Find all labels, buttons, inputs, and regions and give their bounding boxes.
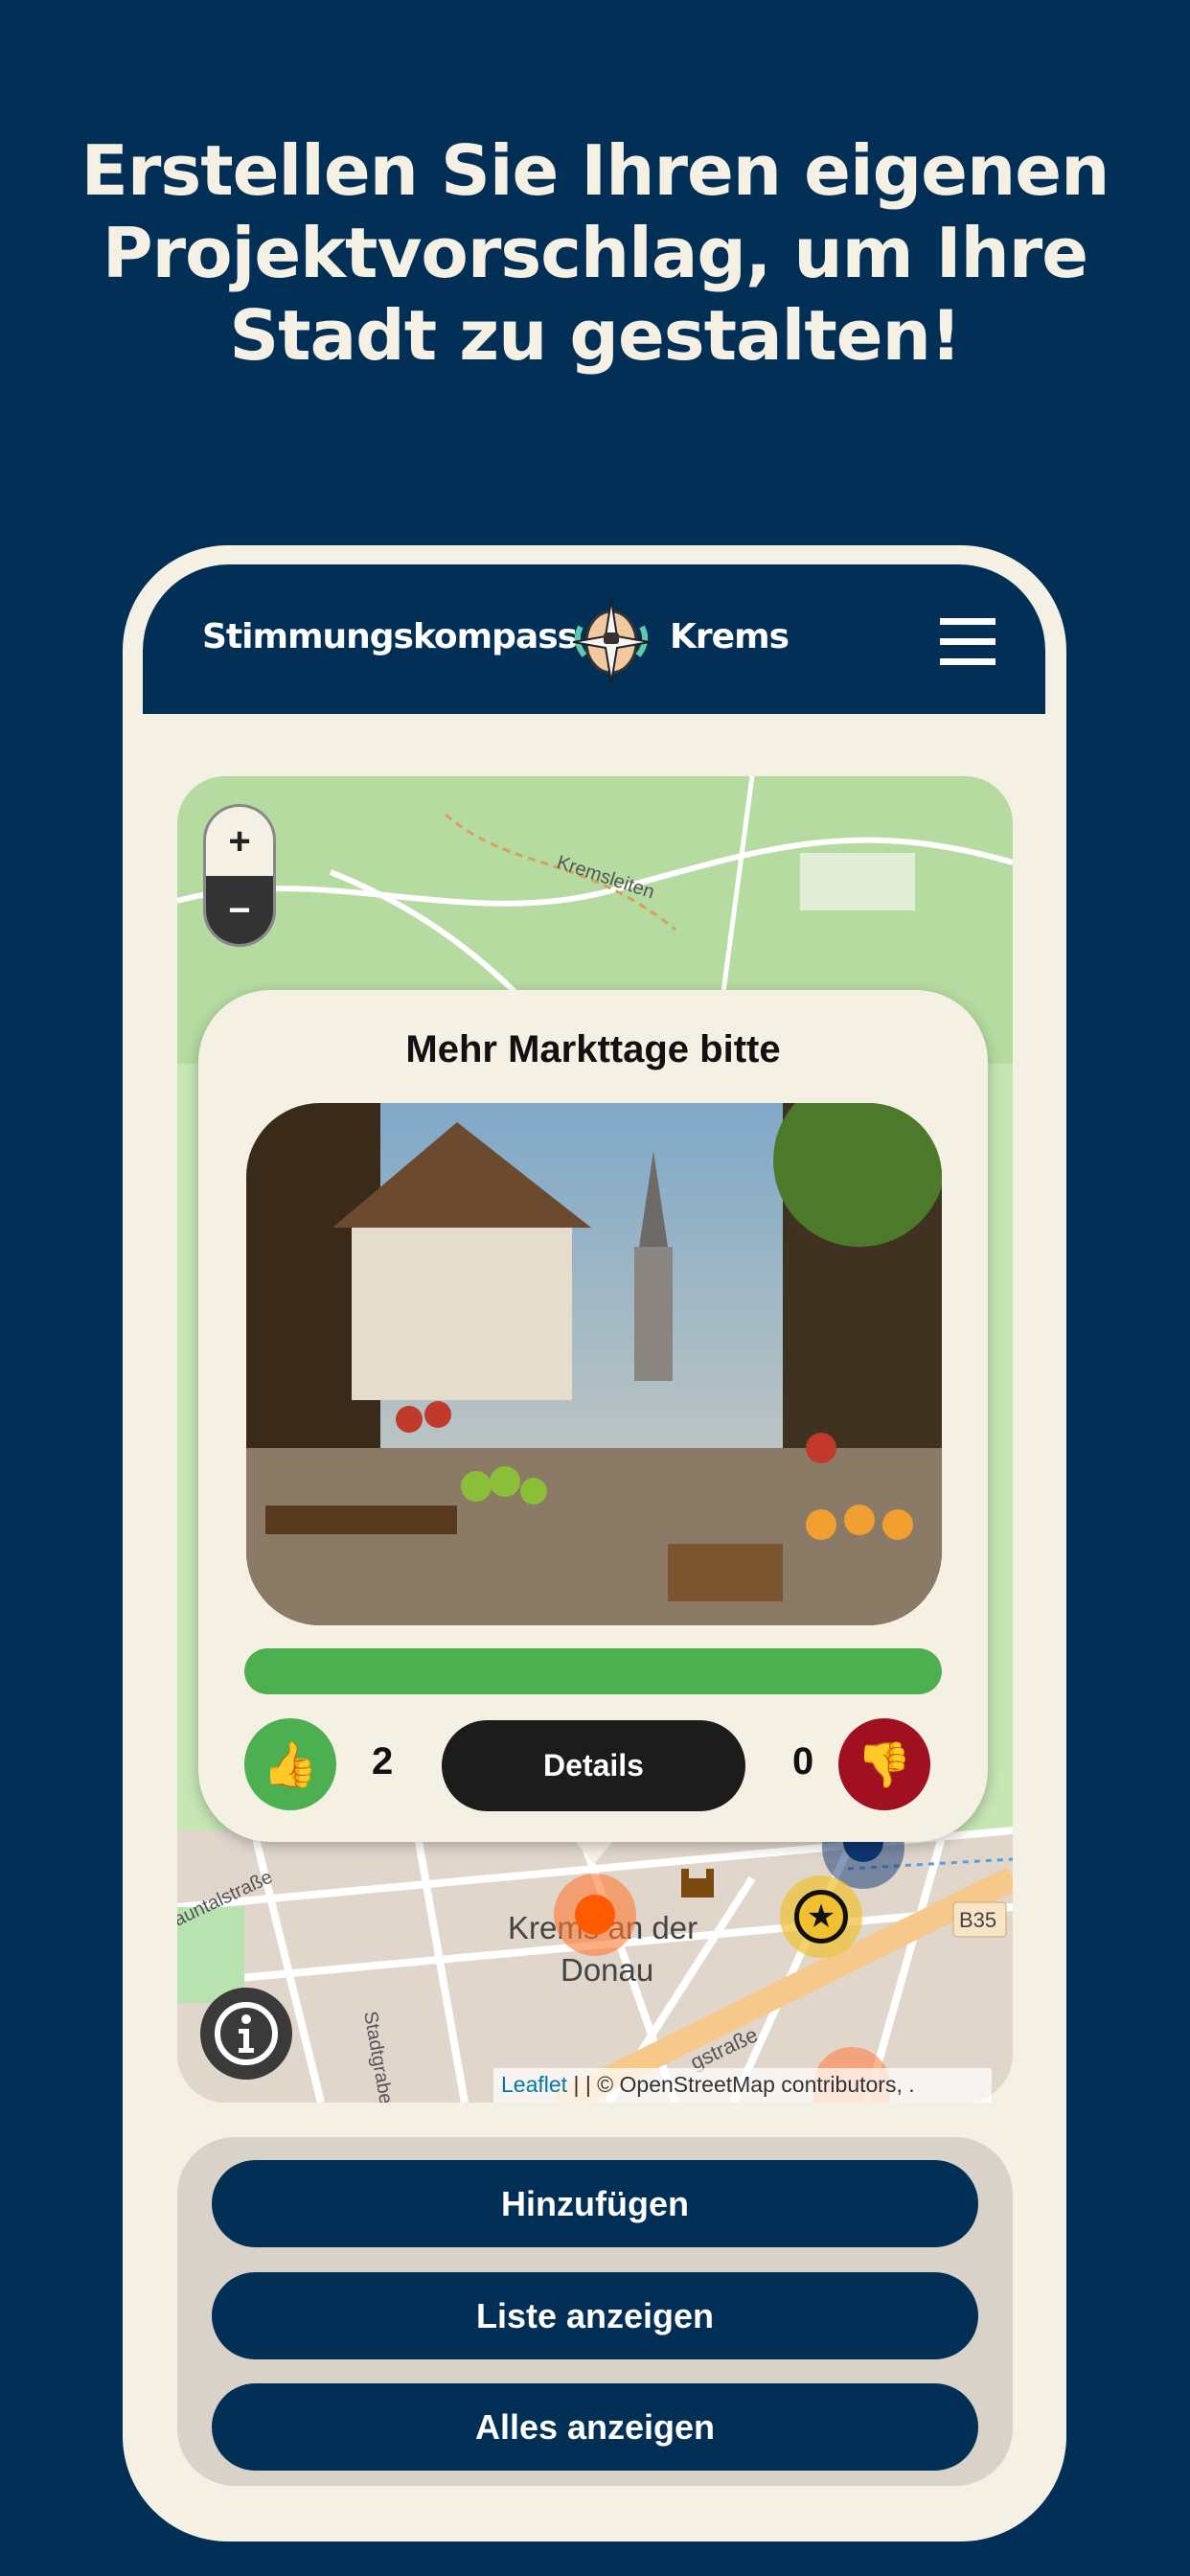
zoom-in-button[interactable]: +: [206, 807, 273, 876]
headline: Erstellen Sie Ihren eigenen Projektvorsc…: [80, 130, 1110, 376]
brand-name: Stimmungskompass: [202, 617, 578, 656]
zoom-out-button[interactable]: −: [206, 876, 273, 944]
proposal-marker-selected[interactable]: [554, 1874, 636, 1956]
details-button[interactable]: Details: [442, 1720, 745, 1811]
like-button[interactable]: 👍: [244, 1718, 336, 1810]
proposal-popup: Mehr Markttage bitte 👍 2 Details 0 👎: [198, 990, 988, 1842]
approval-bar-fill: [244, 1648, 942, 1694]
hamburger-menu-icon[interactable]: [940, 618, 995, 666]
add-button[interactable]: Hinzufügen: [212, 2160, 978, 2247]
map-attribution: Leaflet | | © OpenStreetMap contributors…: [493, 2068, 992, 2103]
map-label-place-2: Donau: [561, 1952, 653, 1988]
thumbs-down-icon: 👎: [857, 1738, 912, 1789]
app-bar: Stimmungskompass Krems: [143, 564, 1045, 714]
show-all-button[interactable]: Alles anzeigen: [212, 2383, 978, 2471]
proposal-image[interactable]: [246, 1103, 942, 1625]
star-marker-icon[interactable]: ★: [780, 1875, 862, 1958]
show-list-button[interactable]: Liste anzeigen: [212, 2272, 978, 2359]
dislike-count: 0: [792, 1740, 814, 1782]
zoom-control: + −: [203, 804, 276, 947]
like-count: 2: [372, 1740, 394, 1782]
proposal-title: Mehr Markttage bitte: [405, 1028, 781, 1070]
map-label-road: B35: [959, 1908, 996, 1932]
attribution-text: | | © OpenStreetMap contributors, .: [567, 2072, 915, 2097]
dislike-button[interactable]: 👎: [838, 1718, 930, 1810]
compass-logo-icon: [572, 599, 651, 683]
info-icon: [215, 2002, 278, 2065]
approval-bar: [244, 1648, 942, 1694]
thumbs-up-icon: 👍: [263, 1738, 318, 1789]
leaflet-link[interactable]: Leaflet: [501, 2072, 567, 2097]
city-name: Krems: [670, 617, 790, 656]
info-button[interactable]: [200, 1988, 292, 2080]
